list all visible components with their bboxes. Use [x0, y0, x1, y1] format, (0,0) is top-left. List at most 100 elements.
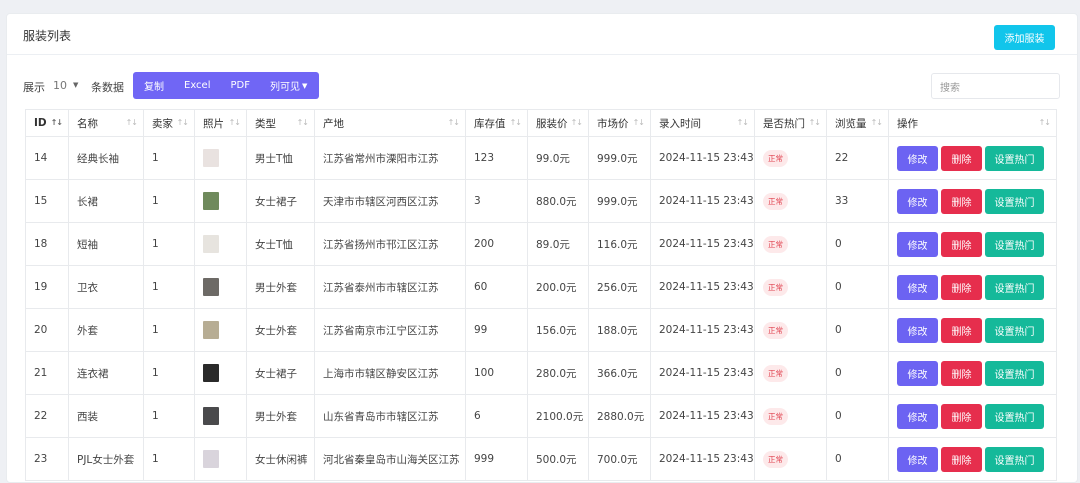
edit-button[interactable]: 修改	[897, 317, 938, 343]
clothing-thumbnail[interactable]	[203, 450, 219, 468]
actions-cell: 修改 删除 设置热门	[888, 265, 1057, 309]
actions-cell: 修改 删除 设置热门	[888, 179, 1057, 223]
edit-button[interactable]: 修改	[897, 145, 938, 171]
cell-id: 20	[25, 308, 69, 352]
cell-type: 男士外套	[246, 265, 315, 309]
column-header[interactable]: ID ↑↓	[25, 109, 69, 137]
column-header[interactable]: 卖家 ↑↓	[143, 109, 195, 137]
cell-seller: 1	[143, 437, 195, 481]
cell-type: 女士外套	[246, 308, 315, 352]
edit-button[interactable]: 修改	[897, 360, 938, 386]
delete-button[interactable]: 删除	[941, 231, 982, 257]
cell-views: 33	[826, 179, 889, 223]
cell-seller: 1	[143, 265, 195, 309]
cell-time: 2024-11-15 23:43	[650, 394, 755, 438]
column-header[interactable]: 库存值 ↑↓	[465, 109, 528, 137]
delete-button[interactable]: 删除	[941, 403, 982, 429]
column-header[interactable]: 类型 ↑↓	[246, 109, 315, 137]
delete-button[interactable]: 删除	[941, 317, 982, 343]
table-row: 15 长裙 1 女士裙子 天津市市辖区河西区江苏 3 880.0元 999.0元 2024-11…	[25, 179, 1057, 223]
set-hot-button[interactable]: 设置热门	[985, 231, 1044, 257]
edit-button[interactable]: 修改	[897, 188, 938, 214]
delete-button[interactable]: 删除	[941, 446, 982, 472]
cell-views: 0	[826, 308, 889, 352]
cell-stock: 3	[465, 179, 528, 223]
sort-icon: ↑↓	[1038, 118, 1051, 127]
clothing-thumbnail[interactable]	[203, 364, 219, 382]
column-header-label: 名称	[77, 117, 98, 130]
edit-button[interactable]: 修改	[897, 274, 938, 300]
clothing-thumbnail[interactable]	[203, 321, 219, 339]
column-header-label: 录入时间	[659, 117, 701, 130]
photo-cell	[194, 394, 247, 438]
set-hot-button[interactable]: 设置热门	[985, 274, 1044, 300]
status-badge: 正常	[763, 149, 788, 167]
actions-cell: 修改 删除 设置热门	[888, 222, 1057, 266]
copy-button[interactable]: 复制	[133, 78, 173, 93]
entries-label: 条数据	[91, 81, 124, 94]
column-header[interactable]: 市场价 ↑↓	[588, 109, 651, 137]
clothing-thumbnail[interactable]	[203, 407, 219, 425]
photo-cell	[194, 308, 247, 352]
status-badge: 正常	[763, 450, 788, 468]
delete-button[interactable]: 删除	[941, 274, 982, 300]
edit-button[interactable]: 修改	[897, 231, 938, 257]
cell-origin: 上海市市辖区静安区江苏	[314, 351, 466, 395]
pdf-button[interactable]: PDF	[220, 80, 259, 91]
status-badge: 正常	[763, 321, 788, 339]
set-hot-button[interactable]: 设置热门	[985, 446, 1044, 472]
chevron-down-icon: ▼	[73, 81, 79, 89]
cell-type: 女士裙子	[246, 179, 315, 223]
status-badge: 正常	[763, 364, 788, 382]
clothing-thumbnail[interactable]	[203, 235, 219, 253]
column-header[interactable]: 录入时间 ↑↓	[650, 109, 755, 137]
delete-button[interactable]: 删除	[941, 360, 982, 386]
page-title: 服装列表	[23, 29, 72, 43]
cell-seller: 1	[143, 394, 195, 438]
set-hot-button[interactable]: 设置热门	[985, 403, 1044, 429]
sort-icon: ↑↓	[632, 118, 645, 127]
status-badge: 正常	[763, 235, 788, 253]
photo-cell	[194, 136, 247, 180]
column-header-label: 卖家	[152, 117, 173, 130]
export-button-group: 复制 Excel PDF 列可见 ▼	[133, 72, 319, 99]
set-hot-button[interactable]: 设置热门	[985, 317, 1044, 343]
clothing-list-card: 服装列表 添加服装 展示 10 ▼ 条数据 复制 Excel PDF 列可见 ▼…	[6, 13, 1078, 483]
set-hot-button[interactable]: 设置热门	[985, 360, 1044, 386]
delete-button[interactable]: 删除	[941, 188, 982, 214]
sort-icon: ↑↓	[176, 118, 189, 127]
column-header[interactable]: 名称 ↑↓	[68, 109, 144, 137]
cell-id: 23	[25, 437, 69, 481]
table-toolbar: 展示 10 ▼ 条数据 复制 Excel PDF 列可见 ▼ 搜索	[7, 71, 1077, 101]
cell-views: 0	[826, 351, 889, 395]
excel-button[interactable]: Excel	[173, 80, 220, 91]
cell-views: 0	[826, 265, 889, 309]
clothing-thumbnail[interactable]	[203, 192, 219, 210]
cell-type: 男士外套	[246, 394, 315, 438]
set-hot-button[interactable]: 设置热门	[985, 188, 1044, 214]
cell-price: 280.0元	[527, 351, 589, 395]
column-header[interactable]: 操作 ↑↓	[888, 109, 1057, 137]
cell-time: 2024-11-15 23:43	[650, 136, 755, 180]
column-header[interactable]: 产地 ↑↓	[314, 109, 466, 137]
column-header[interactable]: 是否热门 ↑↓	[754, 109, 827, 137]
set-hot-button[interactable]: 设置热门	[985, 145, 1044, 171]
column-header[interactable]: 服装价 ↑↓	[527, 109, 589, 137]
card-header: 服装列表 添加服装	[7, 14, 1077, 55]
table-header-row: ID ↑↓ 名称 ↑↓ 卖家 ↑↓ 照片 ↑↓ 类型 ↑↓ 产地 ↑↓ 库存值 ↑↓ 服装价 ↑↓ 市场价 ↑↓ 录…	[25, 109, 1057, 137]
sort-icon: ↑↓	[125, 118, 138, 127]
edit-button[interactable]: 修改	[897, 403, 938, 429]
clothing-thumbnail[interactable]	[203, 149, 219, 167]
column-header[interactable]: 照片 ↑↓	[194, 109, 247, 137]
sort-icon: ↑↓	[447, 118, 460, 127]
delete-button[interactable]: 删除	[941, 145, 982, 171]
column-header[interactable]: 浏览量 ↑↓	[826, 109, 889, 137]
cell-time: 2024-11-15 23:43	[650, 351, 755, 395]
cell-market: 700.0元	[588, 437, 651, 481]
clothing-thumbnail[interactable]	[203, 278, 219, 296]
search-input[interactable]: 搜索	[931, 73, 1060, 99]
edit-button[interactable]: 修改	[897, 446, 938, 472]
page-length-select[interactable]: 10 ▼	[53, 77, 85, 93]
add-clothing-button[interactable]: 添加服装	[994, 25, 1055, 50]
cell-time: 2024-11-15 23:43	[650, 437, 755, 481]
